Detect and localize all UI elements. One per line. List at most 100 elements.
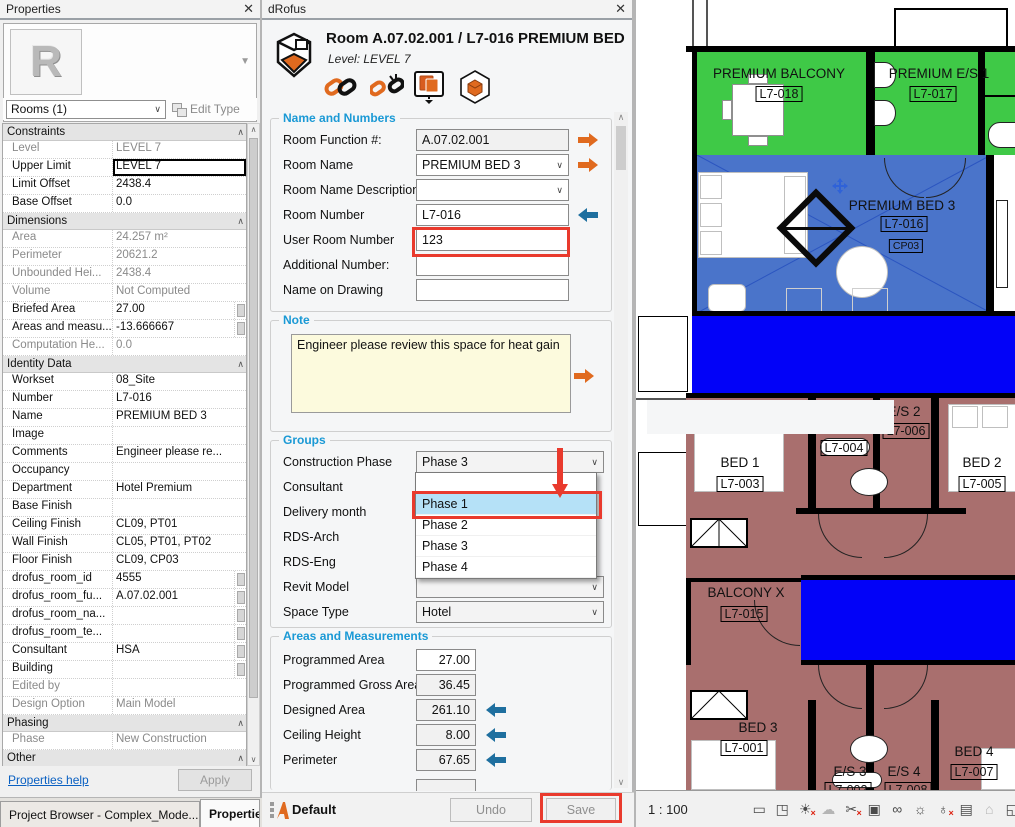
chevron-down-icon[interactable]: ∨ <box>591 607 598 618</box>
dropdown-option-phase-1[interactable]: Phase 1 <box>416 494 596 515</box>
collapse-icon[interactable]: ∧ <box>237 718 242 729</box>
properties-help-link[interactable]: Properties help <box>8 773 178 787</box>
scroll-up-icon[interactable]: ∧ <box>614 112 628 123</box>
section-header-phasing[interactable]: Phasing∧ <box>3 715 246 732</box>
room-number-field[interactable]: L7-016 <box>416 204 569 226</box>
close-icon[interactable]: ✕ <box>243 1 254 17</box>
perimeter-field[interactable]: 67.65 <box>416 749 476 771</box>
section-header-other[interactable]: Other∧ <box>3 750 246 767</box>
link-icon[interactable] <box>324 70 358 104</box>
pull-from-revit-arrow-icon[interactable] <box>485 728 507 742</box>
property-value[interactable] <box>113 625 234 642</box>
construction-phase-dropdown[interactable]: Phase 1Phase 2Phase 3Phase 4 <box>415 472 597 579</box>
property-value[interactable]: 2438.4 <box>113 177 246 194</box>
chevron-down-icon[interactable]: ∨ <box>591 582 598 593</box>
name-on-drawing-field[interactable] <box>416 279 569 301</box>
room-tag[interactable]: L7-003 <box>717 476 764 492</box>
scroll-down-icon[interactable]: ∨ <box>248 755 259 764</box>
scroll-down-icon[interactable]: ∨ <box>614 777 628 788</box>
dropdown-option-phase-2[interactable]: Phase 2 <box>416 515 596 536</box>
property-value[interactable]: L7-016 <box>113 391 246 408</box>
dropdown-option-phase-4[interactable]: Phase 4 <box>416 557 596 578</box>
dropdown-option-phase-3[interactable]: Phase 3 <box>416 536 596 557</box>
property-value[interactable] <box>113 607 234 624</box>
note-textarea[interactable]: Engineer please review this space for he… <box>291 334 571 413</box>
collapse-icon[interactable]: ∧ <box>237 127 242 138</box>
collapse-icon[interactable]: ∧ <box>237 359 242 370</box>
temporary-view-properties-icon[interactable]: ▤ <box>957 799 976 819</box>
sync-selection-icon[interactable] <box>412 70 446 104</box>
properties-titlebar[interactable]: Properties ✕ <box>0 0 260 20</box>
associate-param-button[interactable] <box>234 589 246 606</box>
pull-from-revit-arrow-icon[interactable] <box>485 703 507 717</box>
programmed-gross-area-field[interactable]: 36.45 <box>416 674 476 696</box>
reveal-constraints-icon[interactable]: ◱ <box>1003 799 1015 819</box>
save-button[interactable]: Save <box>546 798 616 822</box>
associate-param-button[interactable] <box>234 661 246 678</box>
dropdown-option-empty[interactable] <box>416 473 596 494</box>
room-finish-tag[interactable]: CP03 <box>889 239 923 253</box>
room-tag[interactable]: L7-016 <box>881 216 928 232</box>
additional-number-field[interactable] <box>416 254 569 276</box>
room-tag[interactable]: L7-004 <box>821 440 868 456</box>
close-icon[interactable]: ✕ <box>615 1 626 17</box>
room-function-field[interactable]: A.07.02.001 <box>416 129 569 151</box>
ceiling-height-field[interactable]: 8.00 <box>416 724 476 746</box>
room-tag[interactable]: L7-007 <box>951 764 998 780</box>
property-value[interactable]: Hotel Premium <box>113 481 246 498</box>
associate-param-button[interactable] <box>234 302 246 319</box>
drofus-titlebar[interactable]: dRofus ✕ <box>262 0 632 20</box>
view-scale[interactable]: 1 : 100 <box>648 802 688 817</box>
room-tag[interactable]: L7-001 <box>721 740 768 756</box>
property-value[interactable]: PREMIUM BED 3 <box>113 409 246 426</box>
detail-level-icon[interactable]: ▭ <box>750 799 769 819</box>
pull-from-revit-arrow-icon[interactable] <box>485 753 507 767</box>
collapse-icon[interactable]: ∧ <box>237 216 242 227</box>
property-value[interactable]: 0.0 <box>113 195 246 212</box>
drofus-scrollbar[interactable]: ∧ ∨ <box>614 112 628 788</box>
chevron-down-icon[interactable]: ∨ <box>556 160 563 171</box>
property-value[interactable]: Engineer please re... <box>113 445 246 462</box>
associate-param-button[interactable] <box>234 320 246 337</box>
crop-region-icon[interactable]: ▣ <box>865 799 884 819</box>
associate-param-button[interactable] <box>234 625 246 642</box>
default-config-label[interactable]: Default <box>292 802 336 817</box>
crop-view-icon[interactable]: ✂× <box>842 799 861 819</box>
revit-model-combo[interactable]: ∨ <box>416 576 604 598</box>
push-to-drofus-arrow-icon[interactable] <box>573 369 595 383</box>
user-room-number-field[interactable]: 123 <box>416 229 569 251</box>
programmed-area-field[interactable]: 27.00 <box>416 649 476 671</box>
property-value[interactable] <box>113 427 246 444</box>
property-value[interactable]: A.07.02.001 <box>113 589 234 606</box>
temporary-hide-isolate-icon[interactable]: ∞ <box>888 799 907 819</box>
corridor[interactable] <box>692 316 1015 393</box>
sun-path-icon[interactable]: ☀× <box>796 799 815 819</box>
unlink-icon[interactable] <box>370 70 404 104</box>
section-header-dimensions[interactable]: Dimensions∧ <box>3 213 246 230</box>
property-value[interactable]: 27.00 <box>113 302 234 319</box>
associate-param-button[interactable] <box>234 571 246 588</box>
tab-project-browser[interactable]: Project Browser - Complex_Mode... <box>0 801 200 827</box>
section-header-identity-data[interactable]: Identity Data∧ <box>3 356 246 373</box>
space-type-combo[interactable]: Hotel∨ <box>416 601 604 623</box>
property-value[interactable]: 08_Site <box>113 373 246 390</box>
edit-type-button[interactable]: Edit Type <box>170 102 242 116</box>
section-header-constraints[interactable]: Constraints∧ <box>3 124 246 141</box>
apply-button[interactable]: Apply <box>178 769 252 791</box>
room-tag[interactable]: L7-018 <box>756 86 803 102</box>
property-grid-scrollbar[interactable]: ∧ ∨ <box>247 123 260 766</box>
room-name-field[interactable]: PREMIUM BED 3∨ <box>416 154 569 176</box>
scrollbar-thumb[interactable] <box>249 138 258 698</box>
scroll-up-icon[interactable]: ∧ <box>248 125 259 134</box>
selection-filter-combo[interactable]: Rooms (1) ∨ <box>6 100 166 119</box>
property-value[interactable]: 4555 <box>113 571 234 588</box>
designed-area-field[interactable]: 261.10 <box>416 699 476 721</box>
property-value[interactable]: CL09, PT01 <box>113 517 246 534</box>
tab-properties[interactable]: Properties <box>200 799 260 827</box>
associate-param-button[interactable] <box>234 607 246 624</box>
push-to-drofus-arrow-icon[interactable] <box>577 158 599 172</box>
clipped-field[interactable] <box>416 779 476 791</box>
pull-from-revit-arrow-icon[interactable] <box>577 208 599 222</box>
room-tag[interactable]: L7-015 <box>721 606 768 622</box>
scrollbar-thumb[interactable] <box>616 126 626 170</box>
